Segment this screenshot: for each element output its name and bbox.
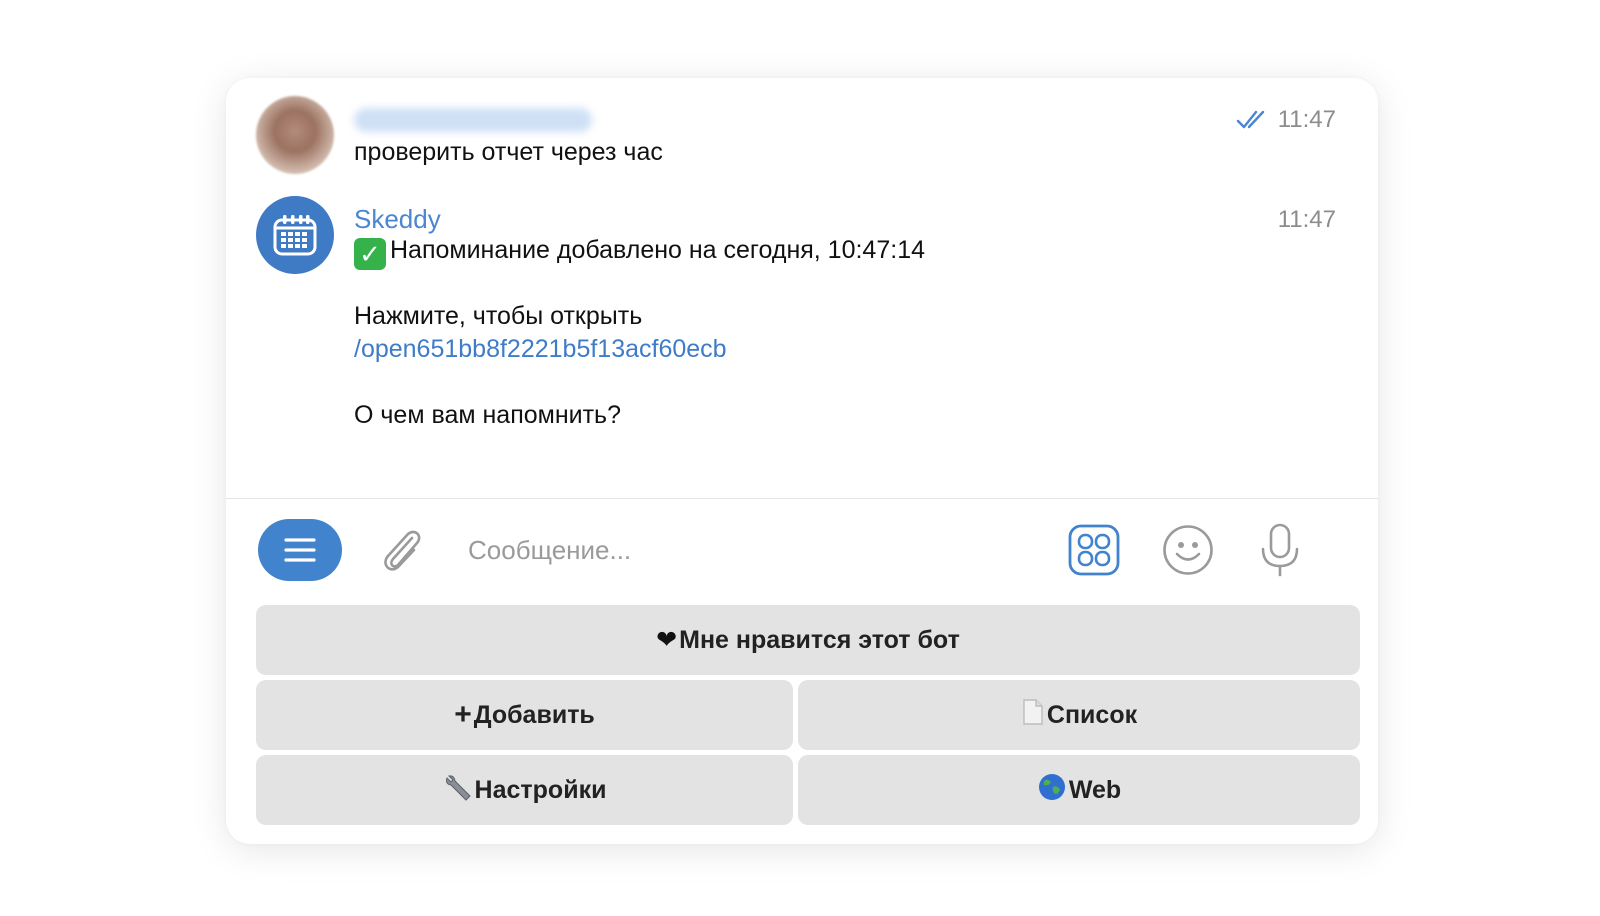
plus-icon: + — [454, 698, 472, 731]
open-prompt-text: Нажмите, чтобы открыть — [354, 302, 643, 330]
voice-button[interactable] — [1252, 522, 1308, 578]
globe-icon — [1037, 772, 1067, 809]
web-button[interactable]: Web — [798, 755, 1360, 825]
reminder-added-text: Напоминание добавлено на сегодня, 10:47:… — [390, 236, 925, 264]
smiley-icon — [1163, 525, 1213, 575]
message-text: проверить отчет через час — [354, 138, 663, 166]
bot-avatar[interactable] — [256, 196, 334, 274]
time-label: 11:47 — [1277, 106, 1336, 133]
button-label: Список — [1046, 700, 1138, 729]
time-label: 11:47 — [1277, 206, 1336, 233]
list-button[interactable]: Список — [798, 680, 1360, 750]
message-line: ✓ Напоминание добавлено на сегодня, 10:47… — [354, 234, 925, 270]
wrench-icon — [443, 772, 473, 809]
emoji-button[interactable] — [1160, 522, 1216, 578]
user-avatar[interactable] — [256, 96, 334, 174]
heart-icon: ❤ — [656, 626, 678, 654]
message-bot: Skeddy 11:47 ✓ Напоминание добавлено на с… — [256, 196, 1336, 456]
microphone-icon — [1261, 523, 1299, 577]
settings-button[interactable]: Настройки — [256, 755, 793, 825]
bot-menu-button[interactable] — [258, 519, 342, 581]
message-time: 11:47 — [1278, 206, 1336, 234]
apps-grid-icon — [1068, 524, 1120, 576]
like-bot-button[interactable]: ❤ Мне нравится этот бот — [256, 605, 1360, 675]
open-command-link[interactable]: /open651bb8f2221b5f13acf60ecb — [354, 333, 727, 366]
chat-window: 11:47 проверить отчет через час Skeddy 1… — [226, 78, 1378, 844]
paperclip-icon — [384, 530, 421, 571]
button-label: Добавить — [473, 700, 595, 729]
button-label: Мне нравится этот бот — [679, 625, 960, 654]
calendar-icon — [273, 215, 317, 256]
double-check-icon — [1236, 110, 1264, 129]
bot-name[interactable]: Skeddy — [354, 204, 441, 235]
composer — [226, 499, 1378, 595]
attach-button[interactable] — [374, 522, 430, 578]
apps-button[interactable] — [1066, 522, 1122, 578]
document-icon — [1021, 698, 1045, 733]
user-name-blurred — [354, 108, 592, 132]
menu-icon — [284, 538, 316, 562]
add-button[interactable]: + Добавить — [256, 680, 793, 750]
question-text: О чем вам напомнить? — [354, 401, 621, 429]
message-input[interactable] — [466, 527, 1030, 573]
message-time: 11:47 — [1236, 106, 1336, 134]
message-user: 11:47 проверить отчет через час — [256, 96, 1336, 176]
button-label: Настройки — [474, 775, 607, 804]
check-mark-icon: ✓ — [354, 238, 386, 270]
button-label: Web — [1068, 775, 1122, 804]
